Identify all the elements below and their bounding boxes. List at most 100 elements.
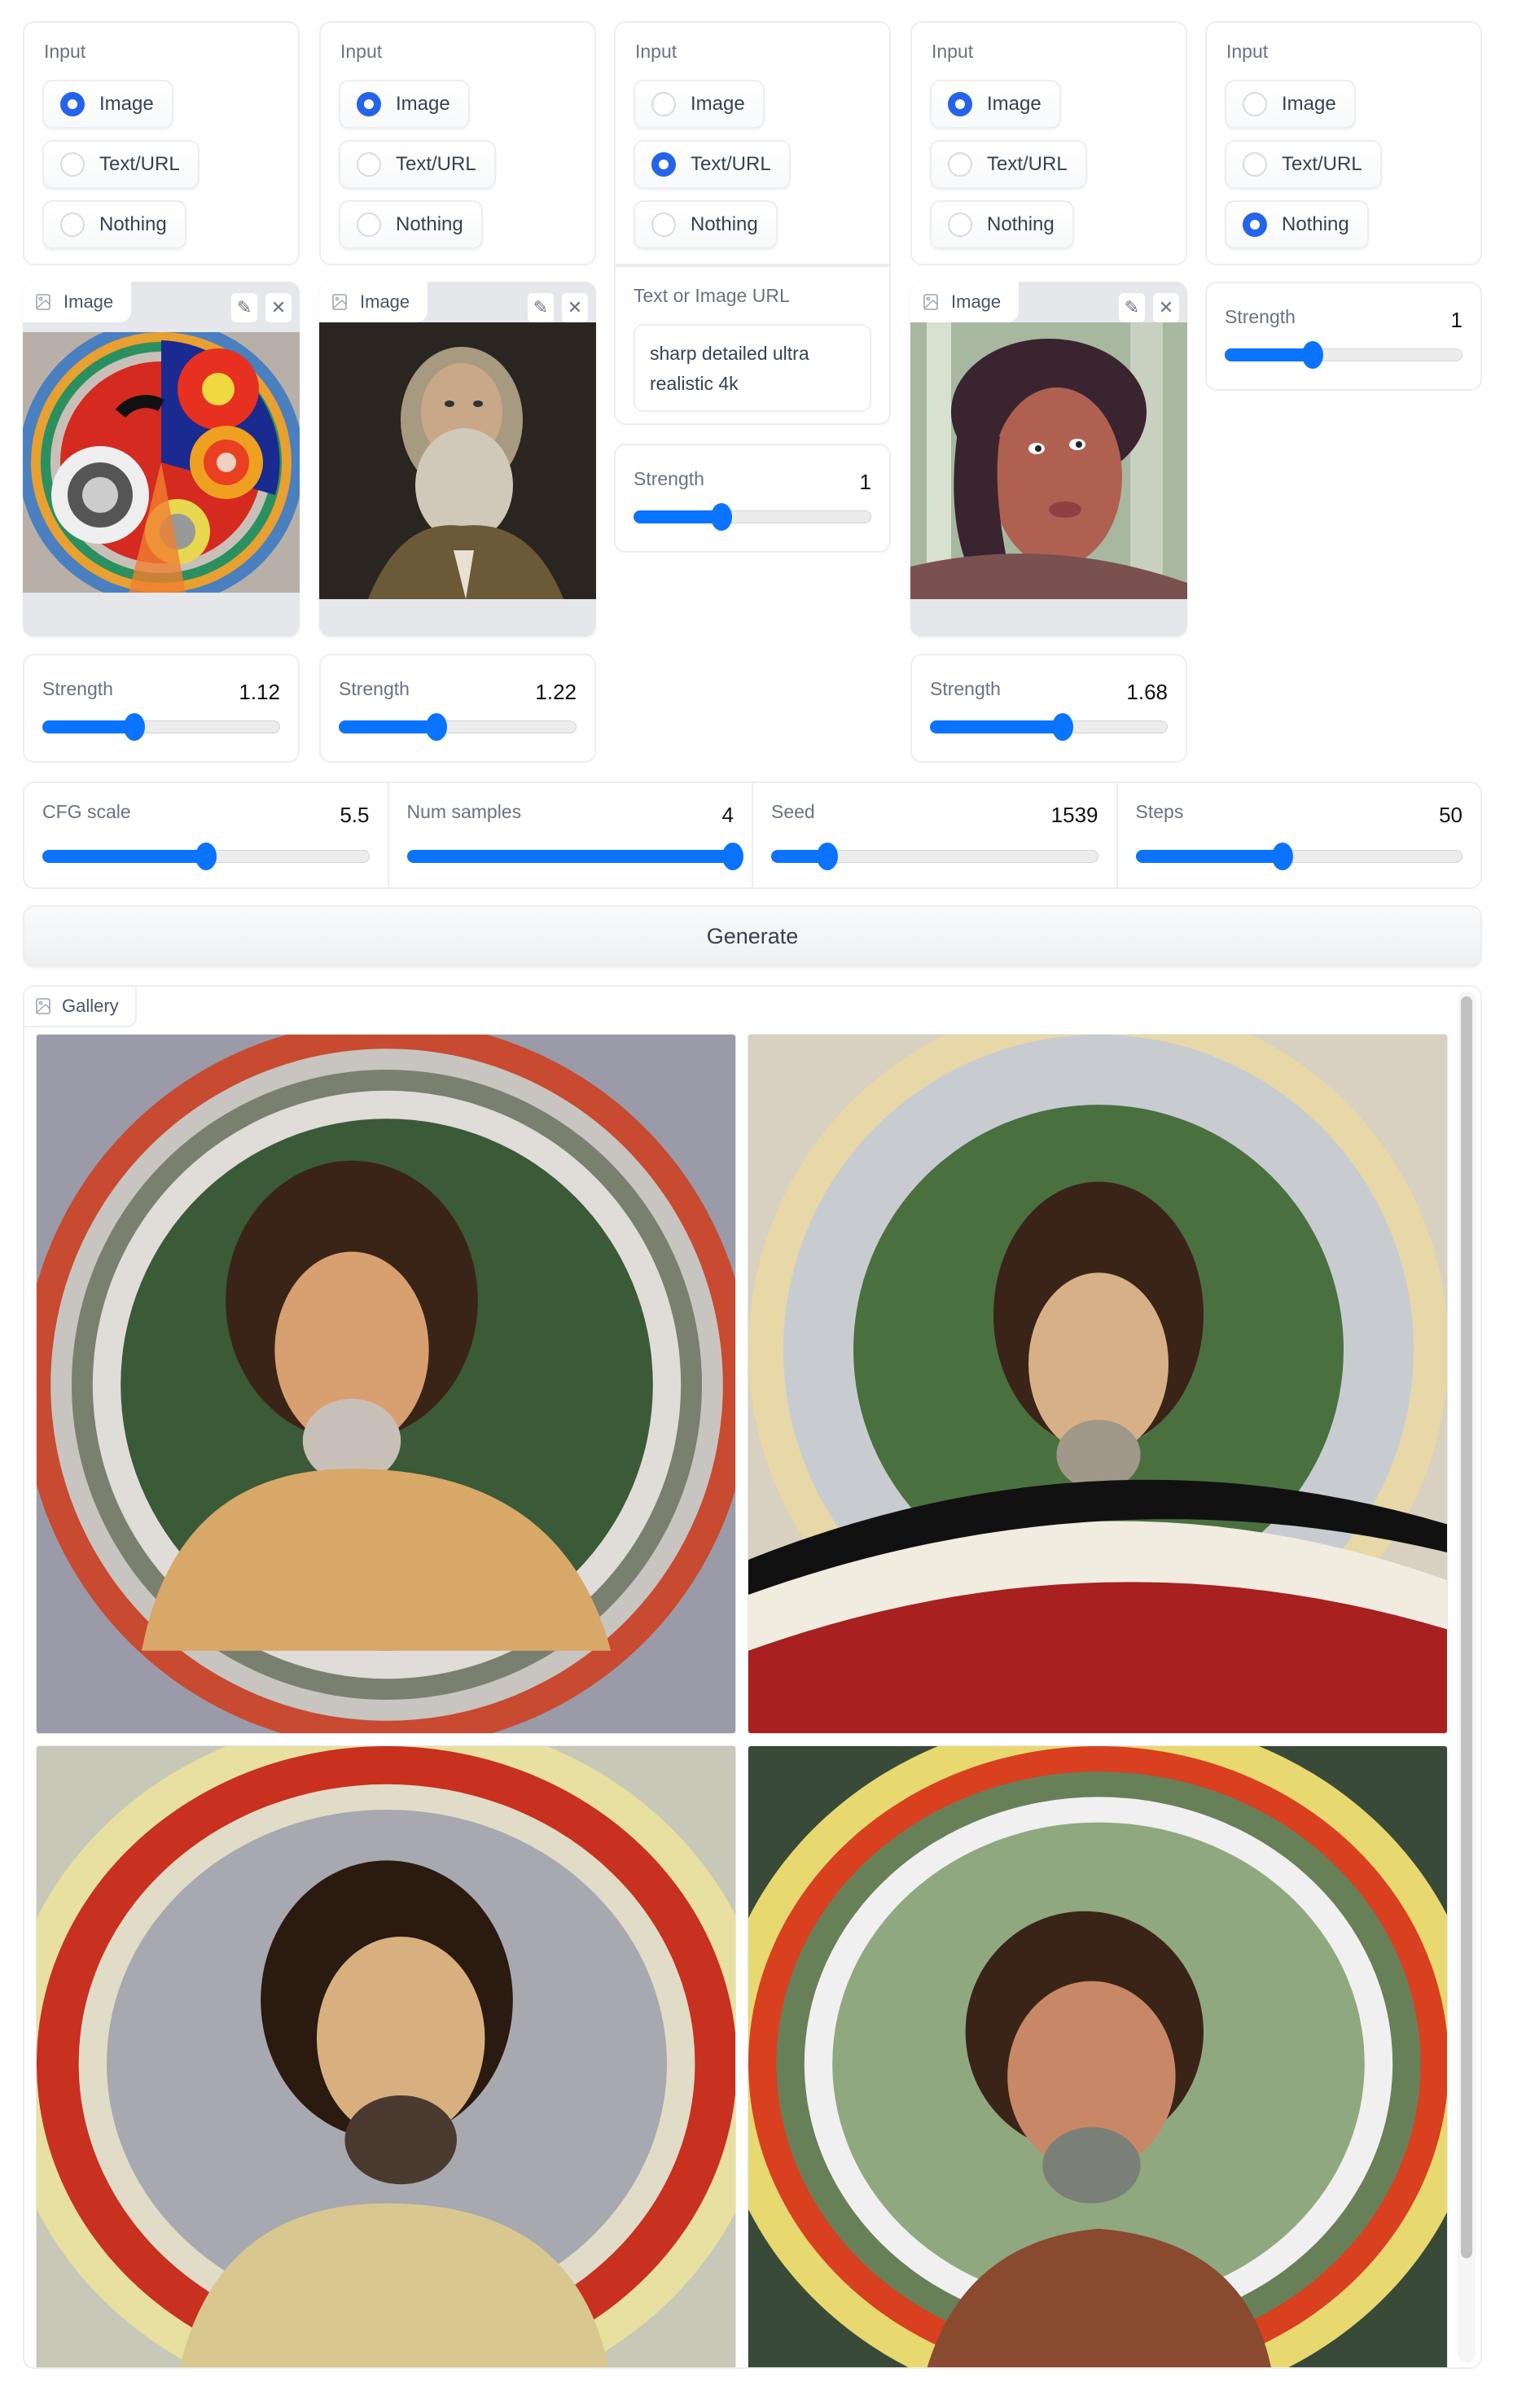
slider-thumb[interactable] [711,503,733,531]
slider-track[interactable] [634,503,871,531]
radio-unchecked-icon[interactable] [1243,92,1267,116]
radio-option-label: Nothing [396,213,463,235]
radio-option-image[interactable]: Image [42,80,173,129]
pencil-icon[interactable]: ✎ [1119,293,1145,322]
strength-value[interactable]: 1.12 [239,680,280,705]
radio-option-label: Text/URL [1282,153,1362,175]
close-icon[interactable]: ✕ [562,293,588,322]
radio-option-label: Nothing [99,213,167,235]
uploaded-image [23,320,300,605]
radio-unchecked-icon[interactable] [357,212,381,237]
close-icon[interactable]: ✕ [1153,293,1179,322]
slider-track[interactable] [42,843,370,870]
gallery-image-2[interactable] [748,1034,1448,1734]
slider-thumb[interactable] [195,843,217,870]
radio-option-image[interactable]: Image [339,80,470,129]
radio-unchecked-icon[interactable] [651,92,676,116]
text-url-input[interactable]: sharp detailed ultra realistic 4k [634,324,871,412]
radio-option-label: Image [691,93,745,115]
slider-track[interactable] [339,713,577,741]
input-type-radio-group-2: Input Image Text/URL Nothing [319,21,596,265]
strength-label: Strength [1225,306,1296,327]
radio-option-text-url[interactable]: Text/URL [42,140,200,189]
gallery-image-4[interactable] [748,1745,1448,2367]
slider-thumb[interactable] [1302,341,1324,369]
input-label: Input [1226,41,1269,62]
slider-track[interactable] [42,713,280,741]
slider-track[interactable] [771,843,1098,870]
setting-label: Seed [771,801,815,822]
generate-button[interactable]: Generate [23,905,1482,967]
strength-slider-4: Strength 1.68 [910,654,1187,763]
setting-value[interactable]: 4 [722,803,734,828]
radio-option-label: Image [396,93,450,115]
image-input-2[interactable]: Image ✎ ✕ [319,282,596,637]
image-input-1[interactable]: Image ✎ ✕ [23,282,300,637]
radio-checked-icon[interactable] [1243,212,1267,237]
radio-option-nothing[interactable]: Nothing [930,200,1074,249]
radio-unchecked-icon[interactable] [357,152,381,177]
strength-value[interactable]: 1.68 [1126,680,1168,705]
input-label: Input [340,41,383,62]
radio-option-image[interactable]: Image [1225,80,1356,129]
slider-thumb[interactable] [123,713,145,741]
image-icon [36,998,50,1014]
image-input-4[interactable]: Image ✎ ✕ [910,282,1187,637]
strength-value[interactable]: 1.22 [535,680,577,705]
image-tab-label: Image [951,291,1002,312]
radio-unchecked-icon[interactable] [60,212,85,237]
slider-track[interactable] [1135,843,1462,870]
close-icon[interactable]: ✕ [265,293,292,322]
radio-option-text-url[interactable]: Text/URL [1225,140,1382,189]
radio-option-nothing[interactable]: Nothing [1225,200,1369,249]
slider-thumb[interactable] [425,713,447,741]
slider-thumb[interactable] [1052,713,1074,741]
slider-thumb[interactable] [816,843,838,870]
radio-checked-icon[interactable] [60,92,85,116]
radio-option-nothing[interactable]: Nothing [634,200,778,249]
input-type-radio-group-1: Input Image Text/URL Nothing [23,21,300,265]
radio-unchecked-icon[interactable] [948,152,972,177]
radio-unchecked-icon[interactable] [60,152,85,177]
scrollbar-thumb[interactable] [1461,996,1472,2258]
input-type-radio-group-4: Input Image Text/URL Nothing [910,21,1187,265]
setting-value[interactable]: 1539 [1051,803,1098,828]
radio-option-text-url[interactable]: Text/URL [339,140,496,189]
strength-slider-2: Strength 1.22 [319,654,596,763]
slider-track[interactable] [930,713,1168,741]
radio-option-image[interactable]: Image [634,80,765,129]
strength-value[interactable]: 1 [1451,308,1462,333]
strength-value[interactable]: 1 [860,470,871,495]
cfg-scale-slider: CFG scale 5.5 [24,783,389,887]
image-tab: Image [23,282,132,322]
slider-thumb[interactable] [722,843,743,870]
radio-unchecked-icon[interactable] [651,212,676,237]
strength-label: Strength [339,678,410,699]
setting-value[interactable]: 50 [1439,803,1462,828]
gallery-image-1[interactable] [36,1034,736,1734]
num-samples-slider: Num samples 4 [389,783,753,887]
gallery-tab: Gallery [24,987,137,1027]
radio-unchecked-icon[interactable] [1243,152,1267,177]
radio-option-text-url[interactable]: Text/URL [930,140,1087,189]
radio-option-image[interactable]: Image [930,80,1061,129]
gallery-image-3[interactable] [36,1745,736,2367]
gallery-scrollbar[interactable] [1458,992,1476,2362]
radio-option-text-url[interactable]: Text/URL [634,140,791,189]
slider-thumb[interactable] [1272,843,1294,870]
radio-checked-icon[interactable] [948,92,972,116]
slider-track[interactable] [1225,341,1462,369]
image-icon [332,294,347,310]
radio-option-nothing[interactable]: Nothing [42,200,186,249]
setting-value[interactable]: 5.5 [340,803,369,828]
radio-checked-icon[interactable] [651,152,676,177]
radio-unchecked-icon[interactable] [948,212,972,237]
setting-label: CFG scale [42,801,131,822]
radio-option-label: Text/URL [99,153,180,175]
pencil-icon[interactable]: ✎ [528,293,554,322]
image-tab-label: Image [360,291,410,312]
radio-option-nothing[interactable]: Nothing [339,200,483,249]
slider-track[interactable] [406,843,743,870]
pencil-icon[interactable]: ✎ [231,293,257,322]
radio-checked-icon[interactable] [357,92,381,116]
